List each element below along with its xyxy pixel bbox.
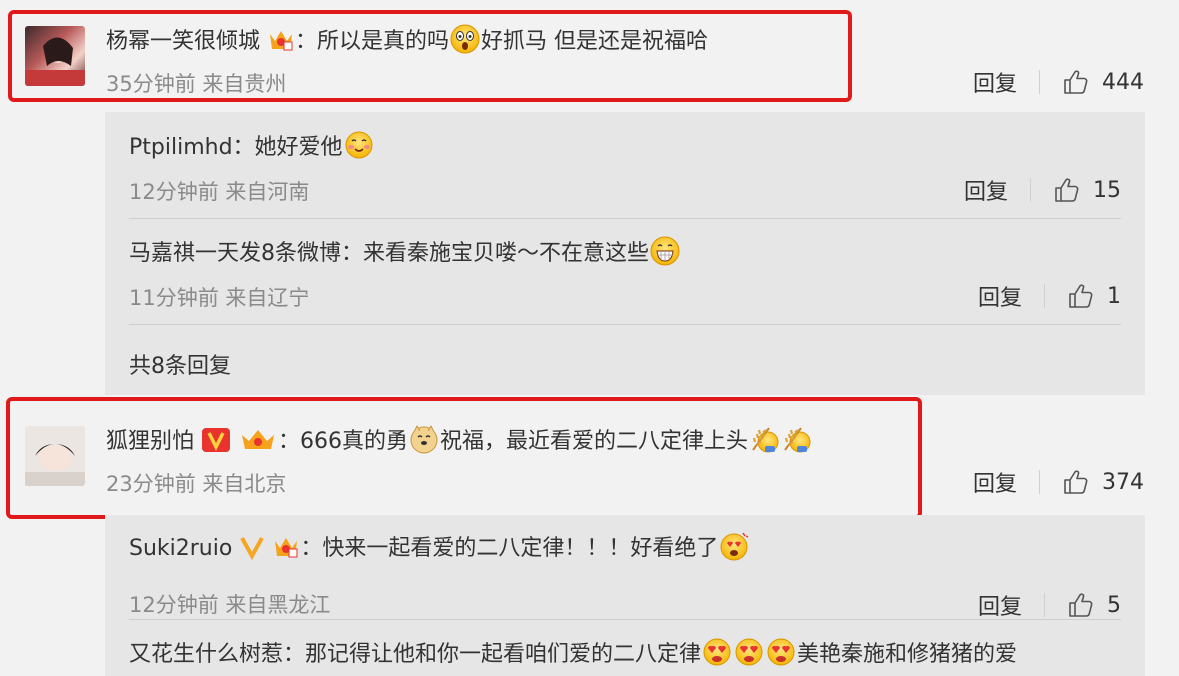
reply-body: ：来看秦施宝贝喽～不在意这些 bbox=[341, 241, 650, 266]
reply-button[interactable]: 回复 bbox=[978, 589, 1022, 621]
reply-text: 又花生什么树惹：那记得让他和你一起看咱们爱的二八定律 美艳秦施和修猪猪的爱 bbox=[129, 637, 1017, 670]
username[interactable]: Suki2ruio bbox=[129, 536, 232, 561]
heart-eyes-emoji-icon bbox=[720, 532, 749, 561]
reply-actions: 回复 1 bbox=[978, 280, 1121, 312]
divider bbox=[1044, 593, 1045, 617]
divider bbox=[1030, 178, 1031, 202]
reply-meta: 11分钟前 来自辽宁 bbox=[129, 286, 310, 310]
highlight-box bbox=[6, 397, 922, 519]
like-button[interactable]: 444 bbox=[1062, 68, 1144, 96]
blushing-emoji-icon bbox=[345, 131, 373, 159]
reply-body: ：快来一起看爱的二八定律！！！好看绝了 bbox=[300, 536, 719, 561]
divider bbox=[129, 619, 1121, 620]
verified-v-icon bbox=[240, 537, 265, 560]
comment-actions: 回复 374 bbox=[973, 466, 1144, 498]
replies-panel: Suki2ruio ：快来一起看爱的二八定律！！！好看绝了 12分钟前 来自黑龙… bbox=[105, 515, 1145, 676]
divider bbox=[129, 324, 1121, 325]
reply-button[interactable]: 回复 bbox=[973, 66, 1017, 98]
reply-body-b: 美艳秦施和修猪猪的爱 bbox=[797, 642, 1018, 667]
reply-text: Suki2ruio ：快来一起看爱的二八定律！！！好看绝了 bbox=[129, 531, 750, 564]
username[interactable]: Ptpilimhd bbox=[129, 135, 233, 160]
thumbs-up-icon bbox=[1062, 68, 1090, 96]
grinning-emoji-icon bbox=[650, 236, 680, 266]
reply-4: 又花生什么树惹：那记得让他和你一起看咱们爱的二八定律 美艳秦施和修猪猪的爱 bbox=[129, 637, 1121, 676]
reply-button[interactable]: 回复 bbox=[964, 174, 1008, 206]
vip-crown-icon bbox=[275, 538, 298, 558]
divider bbox=[129, 218, 1121, 219]
like-button[interactable]: 15 bbox=[1053, 176, 1121, 204]
like-count: 1 bbox=[1107, 283, 1121, 309]
reply-body: ：她好爱他 bbox=[232, 135, 343, 160]
reply-text: 马嘉祺一天发8条微博：来看秦施宝贝喽～不在意这些 bbox=[129, 236, 681, 269]
heart-kiss-emoji-icon bbox=[703, 638, 731, 666]
comment-actions: 回复 444 bbox=[973, 66, 1144, 98]
like-count: 374 bbox=[1102, 469, 1144, 495]
like-count: 5 bbox=[1107, 592, 1121, 618]
reply-actions: 回复 15 bbox=[964, 174, 1121, 206]
username[interactable]: 马嘉祺一天发8条微博 bbox=[129, 241, 341, 266]
thumbs-up-icon bbox=[1067, 591, 1095, 619]
divider bbox=[1044, 284, 1045, 308]
like-count: 15 bbox=[1093, 177, 1121, 203]
reply-text: Ptpilimhd：她好爱他 bbox=[129, 130, 375, 163]
reply-1: Ptpilimhd：她好爱他 12分钟前 来自河南 回复 15 bbox=[129, 130, 1121, 210]
thumbs-up-icon bbox=[1053, 176, 1081, 204]
username[interactable]: 又花生什么树惹 bbox=[129, 642, 283, 667]
reply-meta: 12分钟前 来自河南 bbox=[129, 180, 310, 204]
reply-button[interactable]: 回复 bbox=[978, 280, 1022, 312]
view-all-replies-link[interactable]: 共8条回复 bbox=[129, 348, 231, 380]
like-button[interactable]: 1 bbox=[1067, 282, 1121, 310]
replies-panel: Ptpilimhd：她好爱他 12分钟前 来自河南 回复 15 马嘉祺一天发8条… bbox=[105, 112, 1145, 395]
like-button[interactable]: 374 bbox=[1062, 468, 1144, 496]
divider bbox=[1039, 470, 1040, 494]
reply-2: 马嘉祺一天发8条微博：来看秦施宝贝喽～不在意这些 11分钟前 来自辽宁 回复 1 bbox=[129, 236, 1121, 316]
thumbs-up-icon bbox=[1062, 468, 1090, 496]
reply-button[interactable]: 回复 bbox=[973, 466, 1017, 498]
heart-kiss-emoji-icon bbox=[767, 638, 795, 666]
thumbs-up-icon bbox=[1067, 282, 1095, 310]
highlight-box bbox=[8, 10, 852, 102]
reply-body: ：那记得让他和你一起看咱们爱的二八定律 bbox=[283, 642, 702, 667]
like-button[interactable]: 5 bbox=[1067, 591, 1121, 619]
reply-meta: 12分钟前 来自黑龙江 bbox=[129, 593, 331, 617]
reply-3: Suki2ruio ：快来一起看爱的二八定律！！！好看绝了 12分钟前 来自黑龙… bbox=[129, 531, 1121, 620]
reply-actions: 回复 5 bbox=[978, 589, 1121, 621]
heart-kiss-emoji-icon bbox=[735, 638, 763, 666]
divider bbox=[1039, 70, 1040, 94]
like-count: 444 bbox=[1102, 69, 1144, 95]
